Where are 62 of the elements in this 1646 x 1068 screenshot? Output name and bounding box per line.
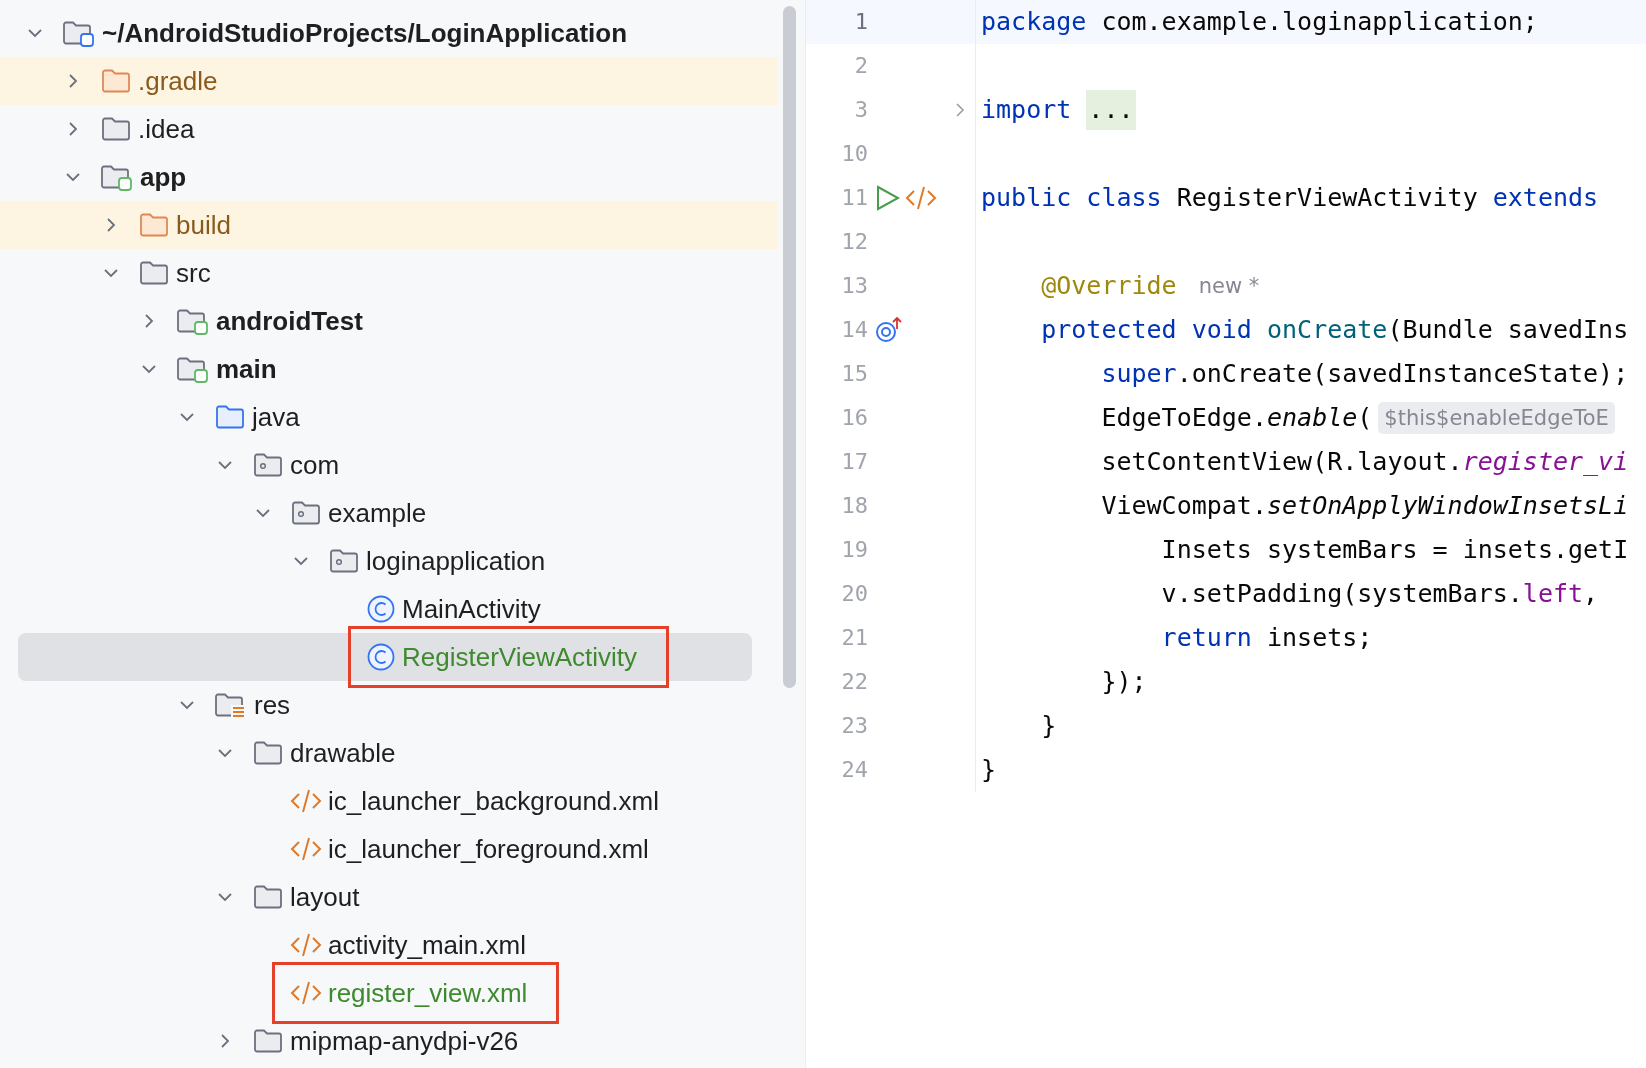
line-number: 14 — [841, 316, 868, 344]
tree-item[interactable]: activity_main.xml — [0, 921, 777, 969]
code-line: @Override — [1040, 270, 1177, 302]
author-hint[interactable]: new * — [1198, 274, 1260, 298]
line-number: 19 — [841, 536, 868, 564]
line-number: 1 — [854, 8, 868, 36]
tree-item[interactable]: layout — [0, 873, 777, 921]
line-number: 17 — [841, 448, 868, 476]
run-icon[interactable] — [874, 183, 902, 213]
tree-item[interactable]: example — [0, 489, 777, 537]
tree-item[interactable]: ~/AndroidStudioProjects/LoginApplication — [0, 9, 777, 57]
line-number: 23 — [841, 712, 868, 740]
tree-item[interactable]: mipmap-anydpi-v26 — [0, 1017, 777, 1065]
tree-item[interactable]: src — [0, 249, 777, 297]
line-number: 21 — [841, 624, 868, 652]
tree-item[interactable]: com — [0, 441, 777, 489]
tree-item[interactable]: build — [0, 201, 777, 249]
code-line: Insets systemBars = insets.getI — [1160, 534, 1629, 566]
code-line: package com.example.loginapplication; — [981, 6, 1538, 38]
line-number: 13 — [841, 272, 868, 300]
code-line: super.onCreate(savedInstanceState); — [1100, 358, 1629, 390]
code-line: } — [981, 754, 997, 786]
line-number: 16 — [841, 404, 868, 432]
tree-item[interactable]: app — [0, 153, 777, 201]
tree-item[interactable]: register_view.xml — [0, 969, 777, 1017]
tree-item[interactable]: ic_launcher_background.xml — [0, 777, 777, 825]
line-number: 22 — [841, 668, 868, 696]
tree-item[interactable]: .gradle — [0, 57, 777, 105]
tree-item[interactable]: java — [0, 393, 777, 441]
tree-item[interactable]: androidTest — [0, 297, 777, 345]
line-number: 11 — [841, 184, 868, 212]
class-icon — [366, 594, 396, 624]
code-line: return insets; — [1160, 622, 1373, 654]
line-number: 24 — [841, 756, 868, 784]
line-number: 12 — [841, 228, 868, 256]
tree-item[interactable]: res — [0, 681, 777, 729]
inlay-hint: $this$enableEdgeToE — [1378, 402, 1615, 434]
tree-item[interactable]: drawable — [0, 729, 777, 777]
line-number: 20 — [841, 580, 868, 608]
line-number: 18 — [841, 492, 868, 520]
code-line: } — [1040, 710, 1057, 742]
folded-code[interactable]: ... — [1086, 90, 1136, 130]
code-line: setContentView(R.layout.register_vi — [1100, 446, 1629, 478]
code-line: EdgeToEdge.enable( — [1100, 402, 1373, 434]
scrollbar[interactable] — [783, 6, 796, 688]
tree-item[interactable]: main — [0, 345, 777, 393]
line-number: 2 — [854, 52, 868, 80]
code-line: protected void onCreate(Bundle savedIns — [1040, 314, 1629, 346]
code-line: v.setPadding(systemBars.left, — [1160, 578, 1599, 610]
tree-item[interactable]: MainActivity — [0, 585, 777, 633]
code-line: }); — [1100, 666, 1147, 698]
line-number: 10 — [841, 140, 868, 168]
tree-item[interactable]: .idea — [0, 105, 777, 153]
line-number: 15 — [841, 360, 868, 388]
class-icon — [366, 642, 396, 672]
override-icon[interactable] — [874, 315, 904, 345]
tree-item[interactable]: loginapplication — [0, 537, 777, 585]
line-number: 3 — [854, 96, 868, 124]
code-line: public class RegisterViewActivity extends — [981, 182, 1599, 214]
code-line: import — [981, 94, 1073, 126]
code-line: ViewCompat.setOnApplyWindowInsetsLi — [1100, 490, 1629, 522]
tree-item[interactable]: ic_launcher_foreground.xml — [0, 825, 777, 873]
